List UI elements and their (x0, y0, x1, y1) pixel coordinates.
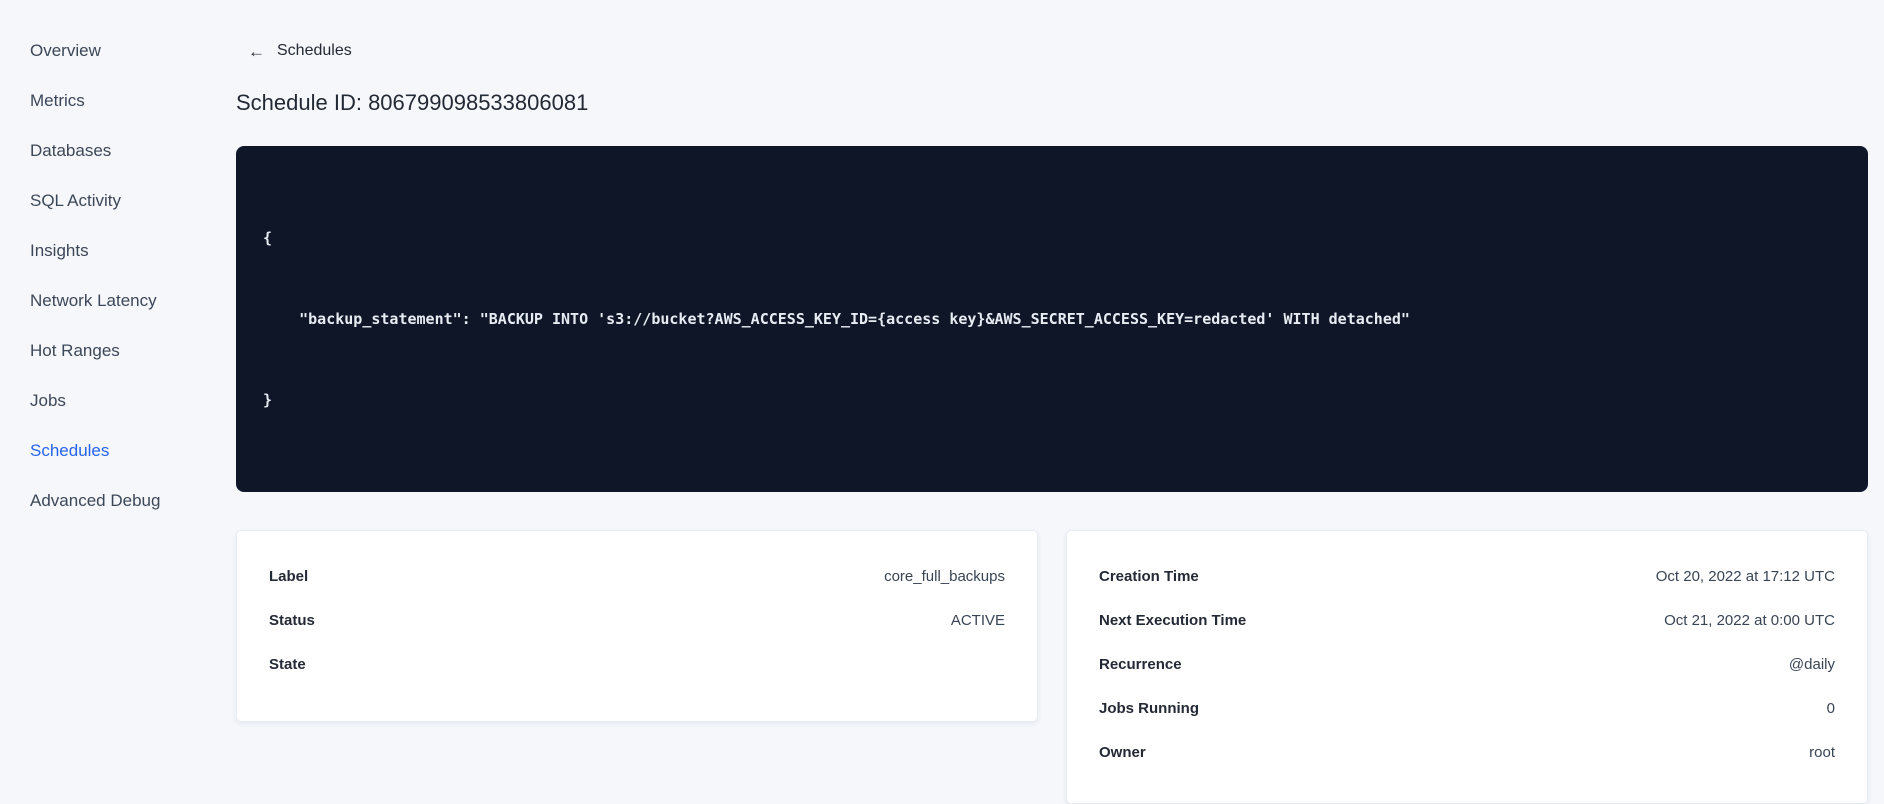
sidebar-item-overview[interactable]: Overview (0, 26, 196, 76)
code-line: { (263, 228, 273, 247)
code-line: "backup_statement": "BACKUP INTO 's3://b… (263, 309, 1410, 328)
detail-row-recurrence: Recurrence @daily (1099, 643, 1835, 687)
detail-row-creation-time: Creation Time Oct 20, 2022 at 17:12 UTC (1099, 555, 1835, 599)
back-arrow-icon: ← (248, 41, 265, 61)
sidebar-item-schedules[interactable]: Schedules (0, 426, 196, 476)
row-label: Recurrence (1099, 656, 1182, 673)
detail-row-owner: Owner root (1099, 731, 1835, 775)
main-content: ← Schedules Schedule ID: 806799098533806… (196, 0, 1884, 804)
schedule-timing-card: Creation Time Oct 20, 2022 at 17:12 UTC … (1066, 529, 1868, 804)
sidebar-item-insights[interactable]: Insights (0, 226, 196, 276)
row-label: Owner (1099, 744, 1146, 761)
sidebar: Overview Metrics Databases SQL Activity … (0, 0, 196, 613)
sidebar-item-databases[interactable]: Databases (0, 126, 196, 176)
row-label: State (269, 656, 306, 673)
row-value: core_full_backups (884, 568, 1005, 585)
page: Overview Metrics Databases SQL Activity … (0, 0, 1884, 804)
row-value: root (1809, 744, 1835, 761)
code-line: } (263, 390, 273, 409)
schedule-details-card: Label core_full_backups Status ACTIVE St… (236, 529, 1038, 722)
schedule-statement-code-block: { "backup_statement": "BACKUP INTO 's3:/… (236, 145, 1868, 492)
row-label: Next Execution Time (1099, 612, 1247, 629)
page-title: Schedule ID: 806799098533806081 (236, 89, 589, 115)
row-value: ACTIVE (950, 612, 1005, 629)
detail-row-label: Label core_full_backups (269, 555, 1005, 599)
back-link-label: Schedules (277, 42, 352, 59)
row-label: Status (269, 612, 315, 629)
row-value: 0 (1826, 700, 1835, 717)
detail-row-next-execution-time: Next Execution Time Oct 21, 2022 at 0:00… (1099, 599, 1835, 643)
row-value: @daily (1788, 656, 1835, 673)
row-value: Oct 20, 2022 at 17:12 UTC (1655, 568, 1835, 585)
row-label: Jobs Running (1099, 700, 1199, 717)
sidebar-item-network-latency[interactable]: Network Latency (0, 276, 196, 326)
sidebar-item-hot-ranges[interactable]: Hot Ranges (0, 326, 196, 376)
back-to-schedules-link[interactable]: ← Schedules (248, 42, 352, 60)
sidebar-item-advanced-debug[interactable]: Advanced Debug (0, 476, 196, 526)
summary-cards: Label core_full_backups Status ACTIVE St… (236, 529, 1868, 804)
detail-row-state: State (269, 643, 1005, 687)
row-value: Oct 21, 2022 at 0:00 UTC (1664, 612, 1835, 629)
sidebar-item-metrics[interactable]: Metrics (0, 76, 196, 126)
detail-row-jobs-running: Jobs Running 0 (1099, 687, 1835, 731)
row-label: Label (269, 568, 309, 585)
sidebar-item-jobs[interactable]: Jobs (0, 376, 196, 426)
detail-row-status: Status ACTIVE (269, 599, 1005, 643)
sidebar-item-sql-activity[interactable]: SQL Activity (0, 176, 196, 226)
row-label: Creation Time (1099, 568, 1199, 585)
